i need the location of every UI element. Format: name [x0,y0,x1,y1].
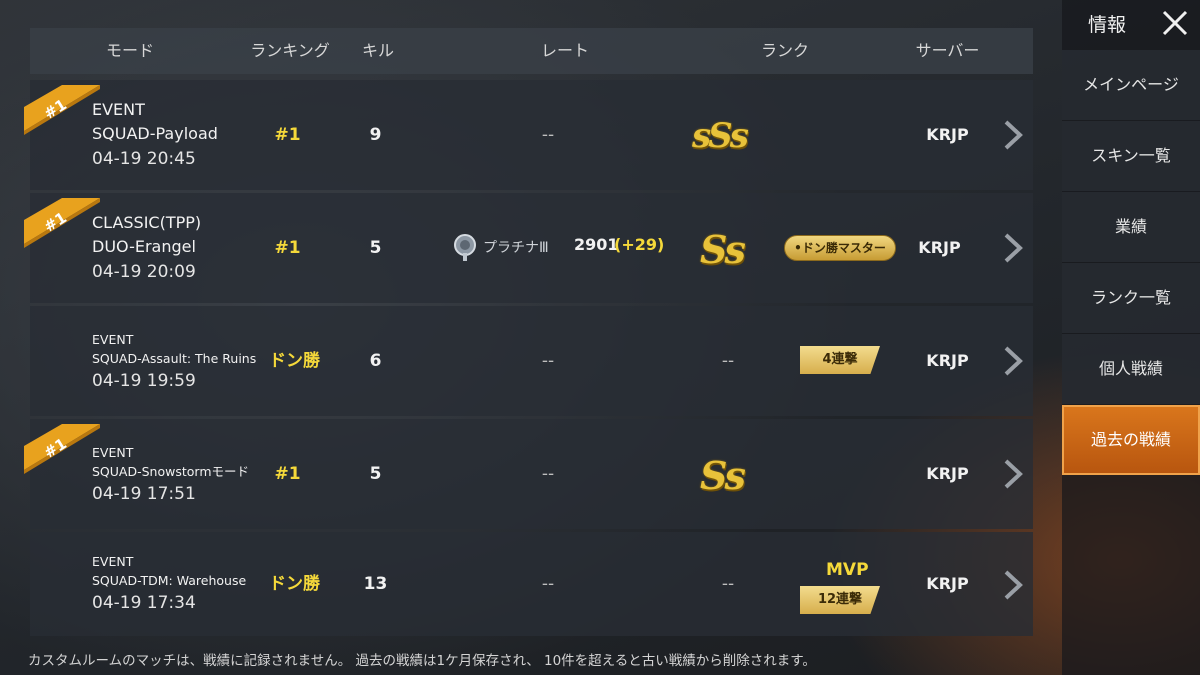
table-row[interactable]: EVENT SQUAD-Assault: The Ruins 04-19 19:… [30,306,1033,416]
kills-value: 5 [369,238,382,258]
mode-info: EVENT SQUAD-Payload 04-19 20:45 [92,80,282,190]
streak-badge: 4連撃 [800,346,880,374]
sidebar-item-achievements[interactable]: 業績 [1062,192,1200,262]
kills-value: 13 [363,574,388,594]
table-row[interactable]: #1 CLASSIC(TPP) DUO-Erangel 04-19 20:09 … [24,193,1033,303]
sidebar-title: 情報 [1088,14,1127,36]
table-header: モード ランキング キル レート ランク サーバー [30,28,1033,74]
kills-value: 9 [369,125,382,145]
ranking-value: #1 [274,238,301,258]
sidebar-item-skin-list[interactable]: スキン一覧 [1062,121,1200,191]
mode-category: EVENT [92,445,134,460]
rate-value: -- [541,351,555,371]
kills-value: 6 [369,351,382,371]
grade-badge: Ss [700,453,746,498]
header-rank: ランク [760,41,809,60]
rate-value: -- [541,574,555,594]
header-server: サーバー [915,41,980,60]
server-value: KRJP [926,574,969,593]
server-value: KRJP [926,464,969,483]
sidebar-item-main-page[interactable]: メインページ [1062,50,1200,120]
match-datetime: 04-19 20:45 [92,149,196,169]
table-row[interactable]: EVENT SQUAD-TDM: Warehouse 04-19 17:34 ド… [30,532,1033,636]
header-mode: モード [105,41,154,60]
mvp-label: MVP [826,560,869,580]
rate-points: 2901 [574,235,619,254]
mode-category: EVENT [92,100,145,119]
header-rate: レート [540,41,589,60]
header-kills: キル [361,41,394,60]
sidebar-item-rank-list[interactable]: ランク一覧 [1062,263,1200,333]
server-value: KRJP [918,238,961,257]
sidebar: 情報 メインページ スキン一覧 業績 ランク一覧 個人戦績 過去の戦績 [1062,0,1200,675]
server-value: KRJP [926,125,969,144]
header-ranking: ランキング [250,41,330,60]
rate-value: -- [541,125,555,145]
sidebar-item-personal-stats[interactable]: 個人戦績 [1062,334,1200,404]
title-badge: •ドン勝マスター [784,235,896,261]
server-value: KRJP [926,351,969,370]
mode-name: SQUAD-Payload [92,124,218,143]
grade-value: -- [721,574,735,594]
mode-info: CLASSIC(TPP) DUO-Erangel 04-19 20:09 [92,193,282,303]
first-place-ribbon: #1 [24,424,102,486]
first-place-ribbon: #1 [24,198,102,260]
mode-info: EVENT SQUAD-Snowstormモード 04-19 17:51 [92,419,282,529]
chevron-right-icon[interactable] [998,568,1028,602]
ranking-value: #1 [274,125,301,145]
ranking-value: #1 [274,464,301,484]
streak-badge: 12連撃 [800,586,880,614]
close-icon[interactable] [1158,6,1192,40]
rate-value: -- [541,464,555,484]
mode-name: DUO-Erangel [92,237,196,256]
grade-badge: Ss [700,227,746,272]
sidebar-item-past-records[interactable]: 過去の戦績 [1062,405,1200,475]
table-row[interactable]: #1 EVENT SQUAD-Payload 04-19 20:45 #1 9 … [24,80,1033,190]
mode-category: CLASSIC(TPP) [92,213,202,232]
mode-name: SQUAD-Snowstormモード [92,464,249,479]
chevron-right-icon[interactable] [998,118,1028,152]
grade-value: -- [721,351,735,371]
ranking-value: ドン勝 [269,574,320,594]
platinum-tier-icon [454,234,476,261]
first-place-ribbon: #1 [24,85,102,147]
match-datetime: 04-19 17:51 [92,484,196,504]
kills-value: 5 [369,464,382,484]
chevron-right-icon[interactable] [998,344,1028,378]
grade-badge: sSs [692,116,749,156]
chevron-right-icon[interactable] [998,457,1028,491]
match-datetime: 04-19 20:09 [92,262,196,282]
ranking-value: ドン勝 [269,351,320,371]
match-history-panel: モード ランキング キル レート ランク サーバー #1 EVENT SQUAD… [24,28,1033,636]
table-row[interactable]: #1 EVENT SQUAD-Snowstormモード 04-19 17:51 … [24,419,1033,529]
chevron-right-icon[interactable] [998,231,1028,265]
rate-tier: プラチナⅢ [483,240,549,256]
rate-delta: (+29) [614,235,665,254]
footer-notice: カスタムルームのマッチは、戦績に記録されません。 過去の戦績は1ケ月保存され、 … [28,653,816,669]
